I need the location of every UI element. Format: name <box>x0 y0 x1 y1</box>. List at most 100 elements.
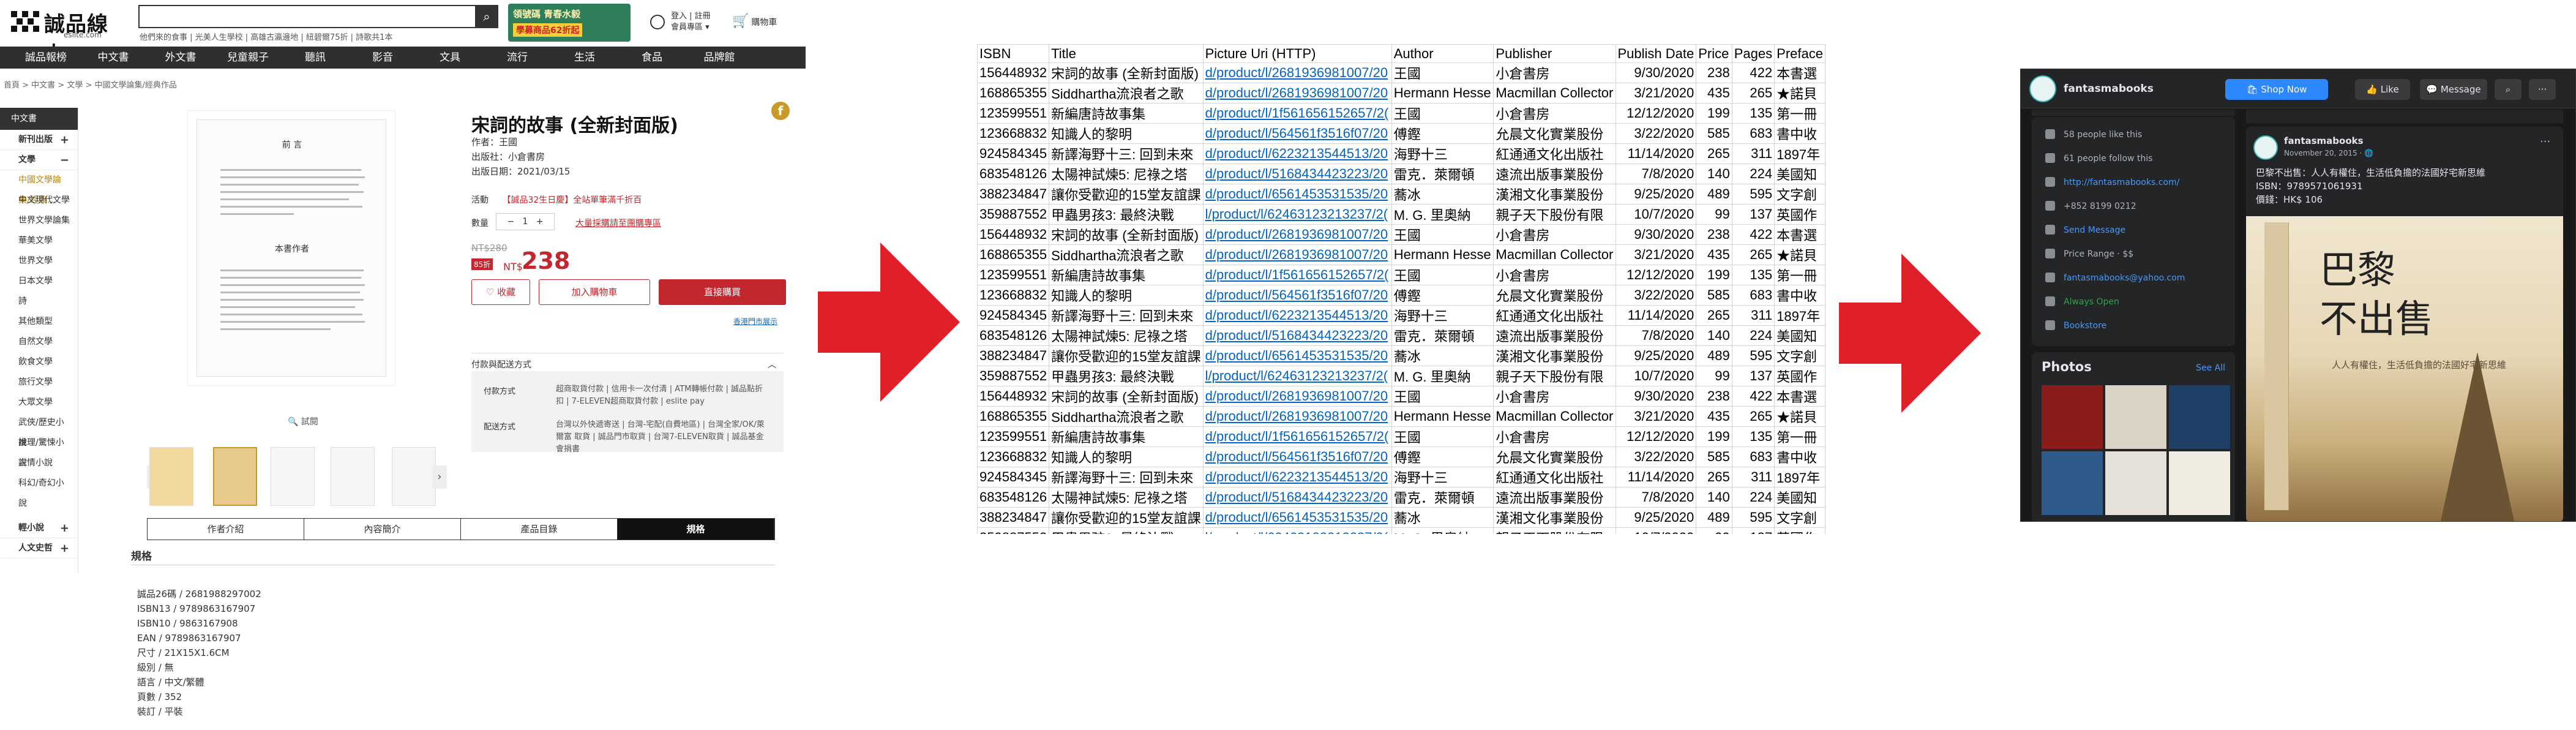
table-cell[interactable]: 英國作 <box>1774 204 1825 225</box>
table-cell[interactable]: 9/25/2020 <box>1615 345 1697 366</box>
table-cell[interactable]: 允晨文化實業股份 <box>1493 446 1616 467</box>
nav-item[interactable]: 影音 <box>349 47 416 69</box>
table-cell[interactable]: 311 <box>1731 467 1775 487</box>
table-cell[interactable]: 宋詞的故事 (全新封面版) <box>1049 386 1204 407</box>
table-cell[interactable]: 683548126 <box>977 325 1050 346</box>
table-cell[interactable]: 168865355 <box>977 244 1050 265</box>
picture-url-cell[interactable]: d/product/l/6223213544513/20 <box>1202 467 1392 487</box>
table-cell[interactable]: 親子天下股份有限 <box>1493 527 1616 534</box>
picture-url-cell[interactable]: d/product/l/564561f3516f07/20 <box>1202 285 1392 306</box>
table-cell[interactable]: 683 <box>1731 285 1775 306</box>
picture-url-cell[interactable]: d/product/l/6561453531535/20 <box>1202 507 1392 528</box>
table-cell[interactable]: 265 <box>1696 143 1732 164</box>
quantity-stepper[interactable]: − 1 + <box>496 213 555 230</box>
photo-thumbnail[interactable] <box>2169 451 2230 515</box>
thumb-next-icon[interactable]: › <box>432 465 447 489</box>
table-cell[interactable]: 137 <box>1731 204 1775 225</box>
search-icon[interactable]: ⌕ <box>475 5 498 28</box>
picture-url-cell[interactable]: d/product/l/1f561656152657/2( <box>1202 426 1392 447</box>
about-row[interactable]: Send Message <box>2045 225 2125 235</box>
table-cell[interactable]: 9/25/2020 <box>1615 184 1697 205</box>
picture-url-cell[interactable]: d/product/l/5168434423223/20 <box>1202 487 1392 508</box>
table-cell[interactable]: 甲蟲男孩3: 最終決戰 <box>1049 204 1204 225</box>
table-cell[interactable]: 太陽神試煉5: 尼祿之塔 <box>1049 164 1204 184</box>
sidebar-item[interactable]: 人文史哲 + <box>0 538 78 559</box>
table-cell[interactable]: Macmillan Collector <box>1493 83 1616 103</box>
table-cell[interactable]: 140 <box>1696 325 1732 346</box>
like-button[interactable]: 👍 Like <box>2355 79 2410 100</box>
table-cell[interactable]: 10/7/2020 <box>1615 527 1697 534</box>
table-cell[interactable]: Siddhartha流浪者之歌 <box>1049 406 1204 427</box>
table-cell[interactable]: 489 <box>1696 507 1732 528</box>
product-tab[interactable]: 產品目錄 <box>461 519 618 540</box>
picture-url-cell[interactable]: d/product/l/5168434423223/20 <box>1202 164 1392 184</box>
thumbnail[interactable] <box>392 447 436 506</box>
table-cell[interactable]: 135 <box>1731 426 1775 447</box>
table-cell[interactable]: 傅鏗 <box>1391 123 1494 144</box>
table-cell[interactable]: 美國知 <box>1774 164 1825 184</box>
column-header[interactable]: ISBN <box>977 44 1050 63</box>
column-header[interactable]: Price <box>1696 44 1732 63</box>
sidebar-item[interactable]: 文學 − <box>0 150 78 170</box>
expand-icon[interactable]: + <box>60 130 69 150</box>
sidebar-item[interactable]: 科幻/奇幻小說 <box>0 473 78 508</box>
table-cell[interactable]: 359887552 <box>977 366 1050 386</box>
table-cell[interactable]: 允晨文化實業股份 <box>1493 123 1616 144</box>
table-cell[interactable]: 3/22/2020 <box>1615 446 1697 467</box>
table-cell[interactable]: 新編唐詩故事集 <box>1049 426 1204 447</box>
picture-url-cell[interactable]: d/product/l/2681936981007/20 <box>1202 83 1392 103</box>
add-to-cart-button[interactable]: 加入購物車 <box>539 279 650 305</box>
table-cell[interactable]: 1897年 <box>1774 467 1825 487</box>
table-cell[interactable]: 太陽神試煉5: 尼祿之塔 <box>1049 487 1204 508</box>
nav-item[interactable]: 品牌館 <box>686 47 753 69</box>
payment-header[interactable]: 付款與配送方式 ︿ <box>471 353 784 371</box>
column-header[interactable]: Preface <box>1774 44 1825 63</box>
picture-url-cell[interactable]: d/product/l/2681936981007/20 <box>1202 244 1392 265</box>
table-cell[interactable]: 595 <box>1731 184 1775 205</box>
cart-link[interactable]: 🛒 購物車 <box>732 13 777 29</box>
photo-thumbnail[interactable] <box>2169 385 2230 449</box>
table-cell[interactable]: 傅鏗 <box>1391 285 1494 306</box>
table-cell[interactable]: 489 <box>1696 345 1732 366</box>
member-link[interactable]: 會員專區 <box>671 23 703 32</box>
picture-url-cell[interactable]: d/product/l/2681936981007/20 <box>1202 386 1392 407</box>
table-cell[interactable]: 新譯海野十三: 回到未來 <box>1049 143 1204 164</box>
table-cell[interactable]: 265 <box>1696 305 1732 326</box>
table-cell[interactable]: 知識人的黎明 <box>1049 123 1204 144</box>
table-cell[interactable]: 3/22/2020 <box>1615 123 1697 144</box>
table-cell[interactable]: 王國 <box>1391 386 1494 407</box>
table-cell[interactable]: 10/7/2020 <box>1615 204 1697 225</box>
see-all-link[interactable]: See All <box>2196 363 2225 373</box>
table-cell[interactable]: 親子天下股份有限 <box>1493 366 1616 386</box>
table-cell[interactable]: 9/30/2020 <box>1615 224 1697 245</box>
collapse-icon[interactable]: − <box>60 150 69 170</box>
post-avatar[interactable] <box>2253 135 2278 160</box>
table-cell[interactable]: 199 <box>1696 265 1732 285</box>
table-cell[interactable]: 140 <box>1696 487 1732 508</box>
table-cell[interactable]: 99 <box>1696 204 1732 225</box>
table-cell[interactable]: 140 <box>1696 164 1732 184</box>
table-cell[interactable]: 讓你受歡迎的15堂友誼課 <box>1049 184 1204 205</box>
thumbnail[interactable] <box>213 447 257 506</box>
table-cell[interactable]: M. G. 里奧納 <box>1391 366 1494 386</box>
table-cell[interactable]: Macmillan Collector <box>1493 406 1616 427</box>
table-cell[interactable]: 7/8/2020 <box>1615 164 1697 184</box>
table-cell[interactable]: 英國作 <box>1774 527 1825 534</box>
column-header[interactable]: Picture Uri (HTTP) <box>1202 44 1392 63</box>
buy-now-button[interactable]: 直接購買 <box>659 279 786 305</box>
table-cell[interactable]: 435 <box>1696 244 1732 265</box>
product-tab[interactable]: 規格 <box>618 519 774 540</box>
table-cell[interactable]: 388234847 <box>977 184 1050 205</box>
table-cell[interactable]: 甲蟲男孩3: 最終決戰 <box>1049 527 1204 534</box>
table-cell[interactable]: 595 <box>1731 507 1775 528</box>
facebook-share-icon[interactable]: f <box>771 102 790 120</box>
table-cell[interactable]: 書中收 <box>1774 446 1825 467</box>
table-cell[interactable]: 238 <box>1696 62 1732 83</box>
sidebar-item[interactable]: 自然文學 <box>0 332 78 352</box>
thumbnail[interactable] <box>331 447 375 506</box>
table-cell[interactable]: 12/12/2020 <box>1615 103 1697 124</box>
table-cell[interactable]: 422 <box>1731 386 1775 407</box>
table-cell[interactable]: 漢湘文化事業股份 <box>1493 345 1616 366</box>
table-cell[interactable]: 9/30/2020 <box>1615 62 1697 83</box>
table-cell[interactable]: 遠流出版事業股份 <box>1493 164 1616 184</box>
